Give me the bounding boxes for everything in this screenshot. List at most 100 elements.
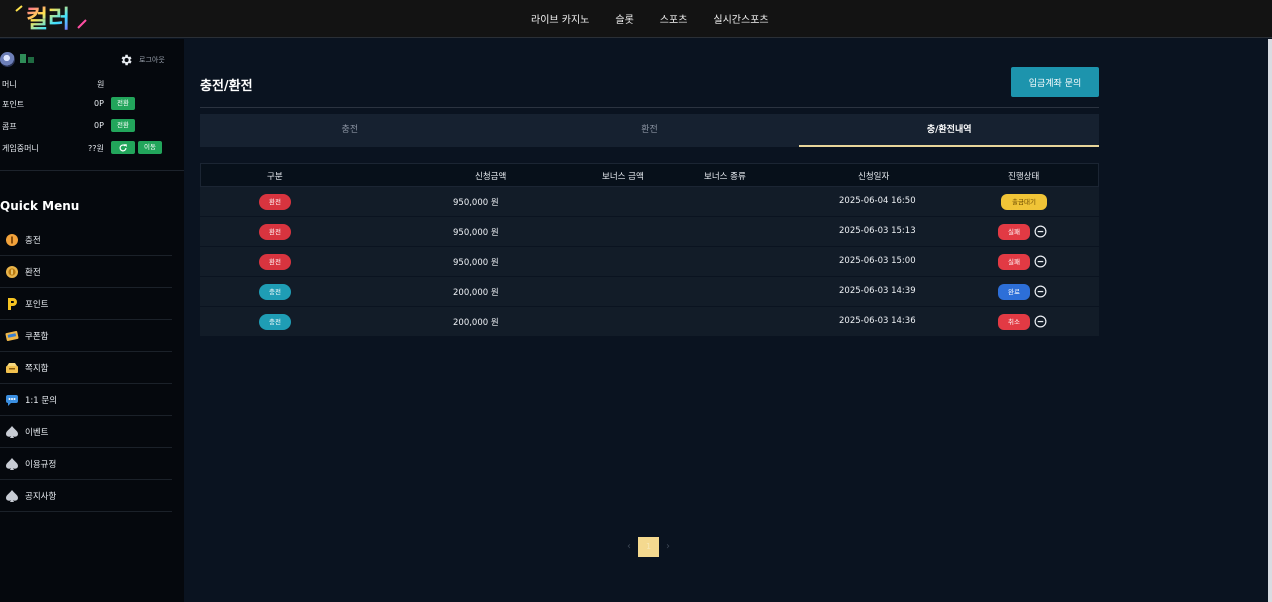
wallet-money-value: 원	[97, 80, 105, 89]
sidebar-item-label: 쪽지함	[25, 364, 49, 374]
minus-circle-icon[interactable]	[1034, 315, 1047, 328]
type-badge: 충전	[259, 314, 291, 330]
spade-icon	[6, 426, 18, 438]
col-bonus-amount: 보너스 금액	[602, 172, 644, 182]
amount-cell: 200,000 원	[453, 288, 499, 298]
sidebar-item-coupon[interactable]: 쿠폰함	[0, 320, 172, 352]
date-cell: 2025-06-03 15:13	[839, 226, 916, 236]
tab-history[interactable]: 충/환전내역	[799, 114, 1100, 147]
minus-circle-icon[interactable]	[1034, 225, 1047, 238]
status-badge: 취소	[998, 314, 1030, 330]
wallet-point-label: 포인트	[2, 100, 25, 109]
sidebar-item-label: 이용규정	[25, 460, 57, 470]
spade-icon	[6, 458, 18, 470]
comp-convert-button[interactable]: 전환	[111, 119, 135, 132]
wallet-money: 머니 원	[0, 77, 184, 91]
sidebar-item-label: 포인트	[25, 300, 49, 310]
sidebar-item-deposit[interactable]: 충전	[0, 224, 172, 256]
wallet-comp-value: 0P	[94, 121, 104, 130]
wallet-ingame: 게임중머니 ??원 이동	[0, 141, 184, 155]
type-badge: 환전	[259, 254, 291, 270]
chat-icon	[6, 395, 18, 406]
move-money-button[interactable]: 이동	[138, 141, 162, 154]
prev-page-button[interactable]: ‹	[620, 537, 638, 557]
nav-live-casino[interactable]: 라이브 카지노	[531, 11, 589, 26]
nav-sports[interactable]: 스포츠	[660, 11, 688, 26]
sidebar-item-label: 이벤트	[25, 428, 49, 438]
wallet-comp: 콤프 0P 전환	[0, 119, 184, 133]
page-title: 충전/환전	[200, 79, 253, 94]
coin-icon	[6, 234, 18, 246]
scrollbar[interactable]	[1268, 39, 1272, 602]
refresh-icon	[119, 143, 127, 151]
message-box-icon	[6, 363, 18, 373]
pagination: ‹ 1 ›	[620, 537, 677, 557]
amount-cell: 950,000 원	[453, 198, 499, 208]
sidebar-item-message[interactable]: 쪽지함	[0, 352, 172, 384]
sidebar-item-label: 공지사항	[25, 492, 57, 502]
coin-exchange-icon	[6, 266, 18, 278]
wallet-point: 포인트 0P 전환	[0, 97, 184, 111]
sidebar-item-inquiry[interactable]: 1:1 문의	[0, 384, 172, 416]
status-badge: 완료	[998, 284, 1030, 300]
sidebar-item-label: 1:1 문의	[25, 396, 58, 406]
nav-live-sports[interactable]: 실시간스포츠	[713, 11, 768, 26]
amount-cell: 950,000 원	[453, 228, 499, 238]
gear-icon[interactable]	[119, 53, 133, 67]
next-page-button[interactable]: ›	[659, 537, 677, 557]
quick-menu-title: Quick Menu	[0, 199, 80, 213]
sidebar-item-event[interactable]: 이벤트	[0, 416, 172, 448]
top-nav: 라이브 카지노 슬롯 스포츠 실시간스포츠	[531, 11, 795, 26]
tab-withdraw[interactable]: 환전	[500, 114, 800, 147]
status-badge: 실패	[998, 254, 1030, 270]
table-row: 충전 200,000 원 2025-06-03 14:36 취소	[200, 307, 1099, 337]
table-row: 환전 950,000 원 2025-06-03 15:00 실패	[200, 247, 1099, 277]
status-badge: 출금대기	[1001, 194, 1047, 210]
user-level-badge	[17, 52, 39, 66]
table-header: 구분 신청금액 보너스 금액 보너스 종류 신청일자 진행상태	[200, 163, 1099, 187]
deposit-account-inquiry-button[interactable]: 입금계좌 문의	[1011, 67, 1099, 97]
avatar-icon	[0, 52, 15, 67]
title-divider	[200, 107, 1099, 108]
top-bar: 컬러 라이브 카지노 슬롯 스포츠 실시간스포츠	[0, 0, 1272, 38]
sidebar-item-withdraw[interactable]: 환전	[0, 256, 172, 288]
refresh-button[interactable]	[111, 141, 135, 154]
history-table: 구분 신청금액 보너스 금액 보너스 종류 신청일자 진행상태 환전 950,0…	[200, 163, 1099, 337]
coupon-icon	[5, 331, 19, 341]
nav-slot[interactable]: 슬롯	[615, 11, 633, 26]
point-convert-button[interactable]: 전환	[111, 97, 135, 110]
sidebar-item-label: 쿠폰함	[25, 332, 49, 342]
type-badge: 환전	[259, 224, 291, 240]
date-cell: 2025-06-03 15:00	[839, 256, 916, 266]
amount-cell: 200,000 원	[453, 318, 499, 328]
status-badge: 실패	[998, 224, 1030, 240]
sidebar-item-terms[interactable]: 이용규정	[0, 448, 172, 480]
minus-circle-icon[interactable]	[1034, 255, 1047, 268]
logout-link[interactable]: 로그아웃	[139, 55, 165, 65]
date-cell: 2025-06-04 16:50	[839, 196, 916, 206]
date-cell: 2025-06-03 14:36	[839, 316, 916, 326]
table-row: 환전 950,000 원 2025-06-04 16:50 출금대기	[200, 187, 1099, 217]
type-badge: 충전	[259, 284, 291, 300]
col-status: 진행상태	[1008, 172, 1040, 182]
svg-text:컬러: 컬러	[26, 5, 70, 33]
type-badge: 환전	[259, 194, 291, 210]
tab-deposit[interactable]: 충전	[200, 114, 500, 147]
sidebar-item-label: 충전	[25, 236, 41, 246]
minus-circle-icon[interactable]	[1034, 285, 1047, 298]
table-row: 환전 950,000 원 2025-06-03 15:13 실패	[200, 217, 1099, 247]
logo[interactable]: 컬러	[14, 2, 94, 34]
amount-cell: 950,000 원	[453, 258, 499, 268]
spade-icon	[6, 490, 18, 502]
tab-bar: 충전 환전 충/환전내역	[200, 114, 1100, 147]
sidebar-item-point[interactable]: 포인트	[0, 288, 172, 320]
wallet-ingame-value: ??원	[88, 144, 104, 153]
col-type: 구분	[267, 172, 283, 182]
sidebar-item-label: 환전	[25, 268, 41, 278]
wallet-comp-label: 콤프	[2, 122, 17, 131]
wallet-ingame-label: 게임중머니	[2, 144, 39, 153]
page-number-current[interactable]: 1	[638, 537, 659, 557]
sidebar-item-notice[interactable]: 공지사항	[0, 480, 172, 512]
sidebar: 로그아웃 머니 원 포인트 0P 전환 콤프 0P 전환 게임중머니 ??원 이…	[0, 39, 184, 602]
point-p-icon	[8, 298, 17, 310]
